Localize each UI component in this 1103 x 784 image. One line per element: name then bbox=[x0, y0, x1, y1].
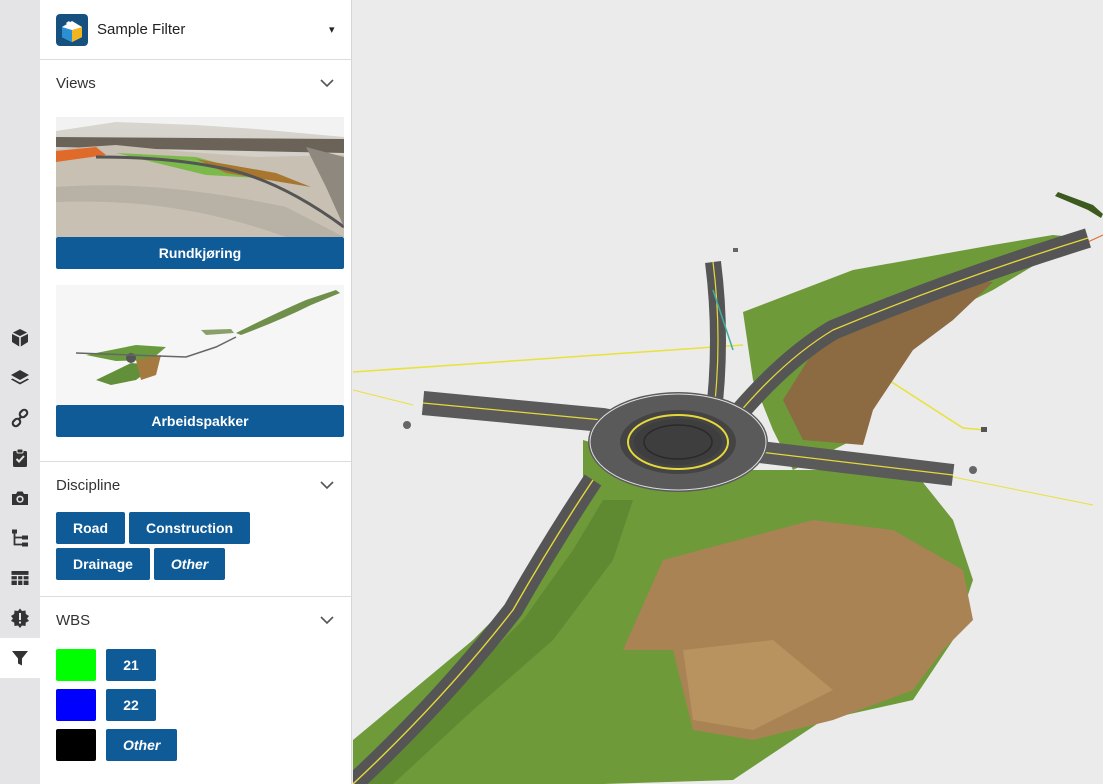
alert-badge-icon bbox=[11, 608, 29, 628]
wbs-section-title: WBS bbox=[56, 611, 91, 629]
wbs-color-swatch[interactable] bbox=[56, 689, 96, 721]
layers-tool-button[interactable] bbox=[0, 358, 40, 398]
table-icon bbox=[11, 571, 29, 585]
link-tool-button[interactable] bbox=[0, 398, 40, 438]
roundabout-model-render[interactable] bbox=[353, 0, 1103, 784]
wbs-section-header[interactable]: WBS bbox=[56, 597, 335, 643]
camera-tool-button[interactable] bbox=[0, 478, 40, 518]
wbs-section: WBS 21 22 Other bbox=[40, 597, 351, 761]
wbs-row: 21 bbox=[56, 649, 335, 681]
discipline-section-header[interactable]: Discipline bbox=[56, 462, 335, 508]
wbs-list: 21 22 Other bbox=[56, 643, 335, 761]
view-button-rundkjoring[interactable]: Rundkjøring bbox=[56, 237, 344, 269]
checklist-tool-button[interactable] bbox=[0, 438, 40, 478]
link-icon bbox=[11, 408, 29, 428]
view-thumbnail[interactable] bbox=[56, 117, 344, 237]
issues-tool-button[interactable] bbox=[0, 598, 40, 638]
view-thumbnail[interactable] bbox=[56, 285, 344, 405]
wbs-tag[interactable]: 21 bbox=[106, 649, 156, 681]
tree-structure-icon bbox=[12, 529, 28, 547]
chevron-down-icon[interactable] bbox=[319, 612, 335, 628]
wbs-row: 22 bbox=[56, 689, 335, 721]
camera-icon bbox=[12, 491, 28, 505]
chevron-down-icon[interactable] bbox=[319, 477, 335, 493]
wbs-tag[interactable]: Other bbox=[106, 729, 178, 761]
chevron-down-icon[interactable] bbox=[319, 75, 335, 91]
discipline-section: Discipline Road Construction Drainage Ot… bbox=[40, 462, 351, 597]
view-button-arbeidspakker[interactable]: Arbeidspakker bbox=[56, 405, 344, 437]
layers-icon bbox=[11, 370, 29, 385]
wbs-row: Other bbox=[56, 729, 335, 761]
wbs-color-swatch[interactable] bbox=[56, 649, 96, 681]
view-card-arbeidspakker[interactable]: Arbeidspakker bbox=[56, 285, 344, 437]
discipline-section-title: Discipline bbox=[56, 476, 121, 494]
wbs-tag[interactable]: 22 bbox=[106, 689, 156, 721]
filter-tool-button[interactable] bbox=[0, 638, 40, 678]
filter-icon bbox=[12, 651, 28, 666]
hierarchy-tool-button[interactable] bbox=[0, 518, 40, 558]
wbs-color-swatch[interactable] bbox=[56, 729, 96, 761]
caret-down-icon[interactable]: ▾ bbox=[329, 23, 339, 36]
filter-selector[interactable]: Sample Filter ▾ bbox=[40, 0, 351, 60]
app-logo bbox=[56, 13, 88, 46]
clipboard-check-icon bbox=[13, 448, 27, 467]
discipline-tag-drainage[interactable]: Drainage bbox=[56, 548, 150, 580]
discipline-tag-road[interactable]: Road bbox=[56, 512, 125, 544]
discipline-tag-construction[interactable]: Construction bbox=[129, 512, 251, 544]
tool-rail bbox=[0, 0, 40, 784]
filter-panel: Sample Filter ▾ Views Rundkjøring Arbeid… bbox=[40, 0, 352, 784]
discipline-tags: Road Construction Drainage Other bbox=[56, 508, 256, 596]
filter-title: Sample Filter bbox=[97, 21, 186, 38]
views-section: Views Rundkjøring Arbeidspakker bbox=[40, 60, 351, 462]
model-viewport[interactable] bbox=[353, 0, 1103, 784]
view-card-rundkjoring[interactable]: Rundkjøring bbox=[56, 117, 344, 269]
table-tool-button[interactable] bbox=[0, 558, 40, 598]
views-section-header[interactable]: Views bbox=[56, 60, 335, 106]
discipline-tag-other[interactable]: Other bbox=[153, 548, 226, 580]
views-section-title: Views bbox=[56, 74, 96, 92]
cube-icon bbox=[11, 329, 29, 347]
model-tool-button[interactable] bbox=[0, 318, 40, 358]
